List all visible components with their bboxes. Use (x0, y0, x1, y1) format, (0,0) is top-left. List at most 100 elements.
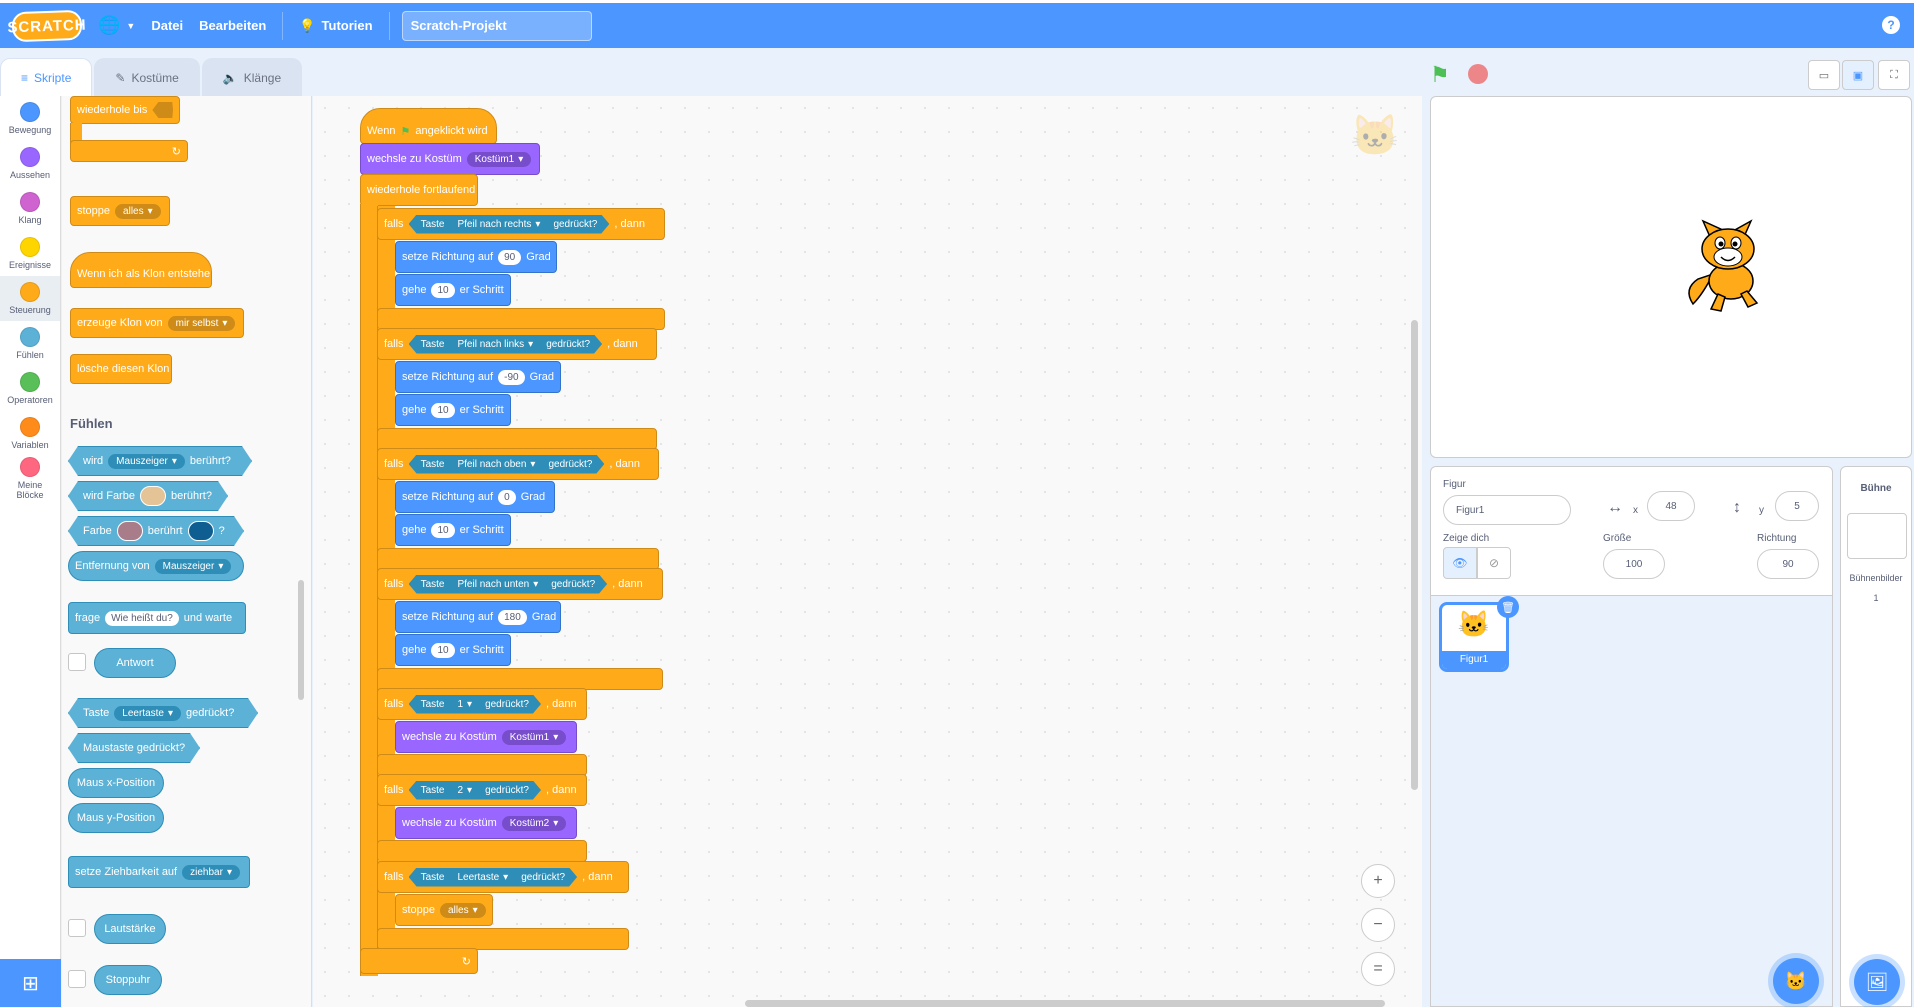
key-dropdown[interactable]: Leertaste ▾ (449, 870, 516, 885)
bool-slot[interactable] (152, 102, 173, 118)
category-operators[interactable]: Operatoren (0, 366, 60, 411)
small-stage-button[interactable]: ▭ (1808, 60, 1840, 90)
direction-input[interactable]: 90 (498, 249, 522, 265)
add-backdrop-button[interactable]: 🖼 (1854, 959, 1900, 1005)
normal-stage-button[interactable]: ▣ (1842, 60, 1874, 90)
show-button[interactable]: 👁 (1443, 547, 1477, 579)
block-move[interactable]: gehe 10 er Schritt (395, 394, 511, 426)
steps-input[interactable]: 10 (431, 282, 455, 298)
block-answer[interactable]: Antwort (94, 648, 176, 678)
stage-selector[interactable]: Bühne Bühnenbilder 1 🖼 (1840, 466, 1912, 1007)
loudness-checkbox[interactable] (68, 919, 86, 937)
direction-input[interactable]: 90 (1757, 549, 1819, 579)
block-when-flag-clicked[interactable]: Wenn ⚑ angeklickt wird (360, 108, 497, 144)
clone-dropdown[interactable]: mir selbst ▾ (167, 315, 236, 331)
block-ask[interactable]: frage Wie heißt du? und warte (68, 602, 246, 634)
block-point-direction[interactable]: setze Richtung auf 180 Grad (395, 601, 561, 633)
category-looks[interactable]: Aussehen (0, 141, 60, 186)
block-loudness[interactable]: Lautstärke (94, 914, 166, 944)
fullscreen-button[interactable]: ⛶ (1878, 60, 1910, 90)
block-delete-clone[interactable]: lösche diesen Klon (70, 354, 172, 384)
add-sprite-button[interactable]: 🐱 (1773, 958, 1819, 1004)
category-sensing[interactable]: Fühlen (0, 321, 60, 366)
block-mouse-y[interactable]: Maus y-Position (68, 803, 164, 833)
key-dropdown[interactable]: Pfeil nach oben ▾ (449, 457, 543, 472)
stage[interactable] (1430, 96, 1912, 458)
block-touching-color[interactable]: wird Farbe berührt? (68, 481, 228, 511)
help-icon[interactable]: ? (1882, 16, 1900, 34)
block-touching[interactable]: wird Mauszeiger ▾ berührt? (68, 446, 252, 476)
block-if-right[interactable]: falls Taste Pfeil nach rechts ▾ gedrückt? , d… (377, 208, 665, 240)
block-point-direction[interactable]: setze Richtung auf 0 Grad (395, 481, 555, 513)
zoom-out-button[interactable]: − (1361, 908, 1395, 942)
block-create-clone[interactable]: erzeuge Klon von mir selbst ▾ (70, 308, 244, 338)
block-if-key2[interactable]: falls Taste 2 ▾ gedrückt? , dann (377, 774, 587, 806)
language-menu[interactable]: 🌐 ▼ (98, 2, 135, 50)
direction-input[interactable]: -90 (498, 369, 525, 385)
block-if-up[interactable]: falls Taste Pfeil nach oben ▾ gedrückt? , dan… (377, 448, 659, 480)
stop-dropdown[interactable]: alles ▾ (115, 203, 161, 219)
category-events[interactable]: Ereignisse (0, 231, 60, 276)
category-sound[interactable]: Klang (0, 186, 60, 231)
tab-code[interactable]: ≡ Skripte (0, 58, 93, 96)
x-input[interactable]: 48 (1647, 491, 1695, 521)
block-move[interactable]: gehe 10 er Schritt (395, 634, 511, 666)
block-timer[interactable]: Stoppuhr (94, 965, 162, 995)
direction-input[interactable]: 180 (498, 609, 527, 625)
y-input[interactable]: 5 (1775, 491, 1819, 521)
key-pressed-condition[interactable]: Taste Leertaste ▾ gedrückt? (409, 868, 578, 887)
stop-dropdown[interactable]: alles ▾ (440, 902, 486, 918)
workspace-scrollbar-vertical[interactable] (1411, 320, 1418, 790)
tutorials-button[interactable]: 💡 Tutorien (299, 2, 372, 50)
script-workspace[interactable]: 🐱 Wenn ⚑ angeklickt wird wechsle zu Kostüm… (313, 96, 1422, 1007)
key-pressed-condition[interactable]: Taste Pfeil nach rechts ▾ gedrückt? (409, 215, 610, 234)
color-swatch[interactable] (140, 486, 166, 506)
sprite-cat[interactable] (1673, 209, 1773, 319)
category-control[interactable]: Steuerung (0, 276, 60, 321)
block-move[interactable]: gehe 10 er Schritt (395, 274, 511, 306)
edit-menu[interactable]: Bearbeiten (199, 2, 266, 50)
costume-dropdown[interactable]: Kostüm2 ▾ (501, 815, 567, 831)
costume-dropdown[interactable]: Kostüm1 ▾ (501, 729, 567, 745)
ask-input[interactable]: Wie heißt du? (105, 610, 179, 626)
steps-input[interactable]: 10 (431, 402, 455, 418)
key-pressed-condition[interactable]: Taste Pfeil nach oben ▾ gedrückt? (409, 455, 605, 474)
hide-button[interactable]: ⊘ (1477, 547, 1511, 579)
green-flag-icon[interactable]: ⚑ (1430, 62, 1450, 88)
add-extension-button[interactable]: ⊞ (0, 959, 61, 1007)
block-color-touching-color[interactable]: Farbe berührt? (68, 516, 244, 546)
delete-sprite-button[interactable]: 🗑 (1497, 596, 1519, 618)
key-pressed-condition[interactable]: Taste Pfeil nach links ▾ gedrückt? (409, 335, 603, 354)
stop-icon[interactable] (1468, 64, 1488, 84)
block-switch-costume[interactable]: wechsle zu Kostüm Kostüm1 ▾ (360, 143, 540, 175)
block-point-direction[interactable]: setze Richtung auf 90 Grad (395, 241, 557, 273)
block-if-key1[interactable]: falls Taste 1 ▾ gedrückt? , dann (377, 688, 587, 720)
key-pressed-condition[interactable]: Taste 1 ▾ gedrückt? (409, 695, 541, 714)
category-my-blocks[interactable]: Meine Blöcke (0, 456, 60, 501)
block-when-clone[interactable]: Wenn ich als Klon entstehe (70, 252, 212, 288)
size-input[interactable]: 100 (1603, 549, 1665, 579)
key-dropdown[interactable]: Pfeil nach unten ▾ (449, 577, 546, 592)
touching-dropdown[interactable]: Mauszeiger ▾ (108, 454, 185, 469)
category-motion[interactable]: Bewegung (0, 96, 60, 141)
key-dropdown[interactable]: Pfeil nach rechts ▾ (449, 217, 548, 232)
block-if-space[interactable]: falls Taste Leertaste ▾ gedrückt? , dann (377, 861, 629, 893)
key-dropdown[interactable]: Leertaste ▾ (114, 706, 181, 721)
block-repeat-until[interactable]: wiederhole bis (70, 96, 180, 124)
direction-input[interactable]: 0 (498, 489, 516, 505)
key-dropdown[interactable]: 2 ▾ (449, 783, 480, 798)
block-if-down[interactable]: falls Taste Pfeil nach unten ▾ gedrückt? , da… (377, 568, 663, 600)
scratch-logo[interactable]: SCRATCH (7, 9, 87, 42)
sprite-name-input[interactable]: Figur1 (1443, 495, 1571, 525)
steps-input[interactable]: 10 (431, 522, 455, 538)
block-stop[interactable]: stoppe alles ▾ (395, 894, 493, 926)
drag-dropdown[interactable]: ziehbar ▾ (182, 864, 240, 880)
block-stop[interactable]: stoppe alles ▾ (70, 196, 170, 226)
costume-dropdown[interactable]: Kostüm1 ▾ (466, 151, 532, 167)
block-set-drag[interactable]: setze Ziehbarkeit auf ziehbar ▾ (68, 856, 250, 888)
tab-sounds[interactable]: 🔈 Klänge (201, 58, 303, 96)
key-pressed-condition[interactable]: Taste Pfeil nach unten ▾ gedrückt? (409, 575, 608, 594)
steps-input[interactable]: 10 (431, 642, 455, 658)
block-move[interactable]: gehe 10 er Schritt (395, 514, 511, 546)
timer-checkbox[interactable] (68, 970, 86, 988)
